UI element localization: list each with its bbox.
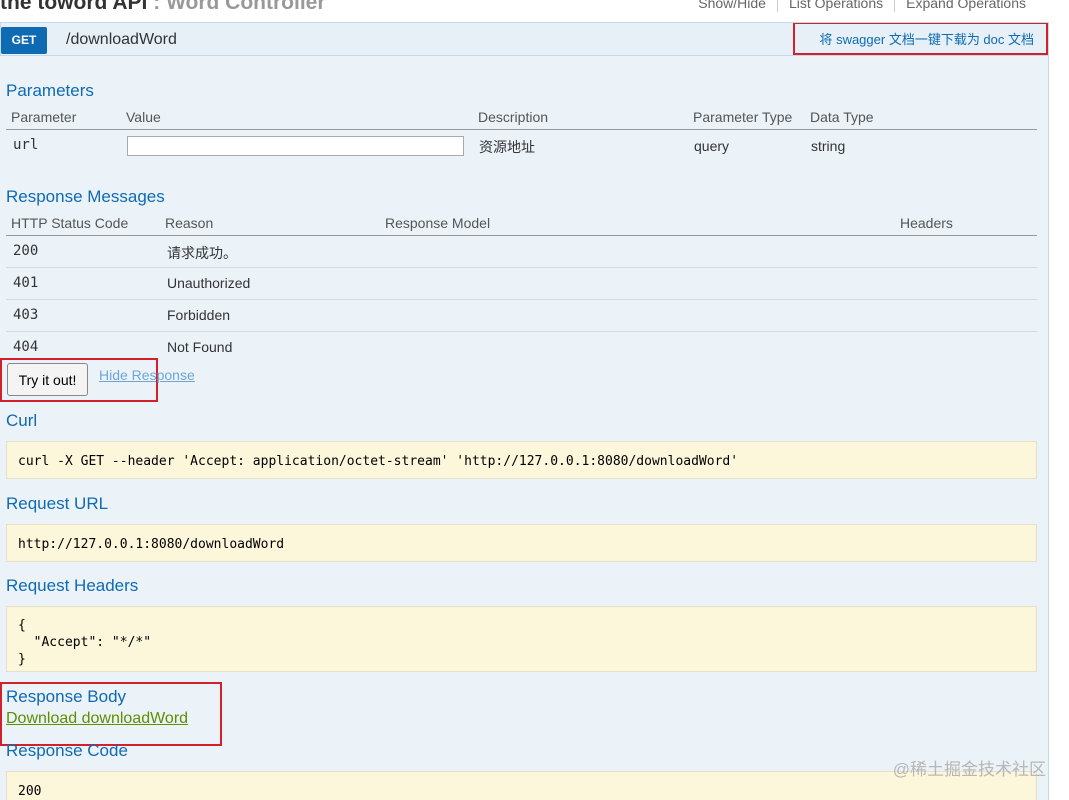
list-operations-link[interactable]: List Operations bbox=[776, 0, 894, 12]
resp-code-200: 200 bbox=[13, 243, 39, 259]
try-it-out-button[interactable]: Try it out! bbox=[7, 363, 88, 396]
request-url-title: Request URL bbox=[6, 494, 109, 513]
resp-header-divider bbox=[6, 235, 1037, 236]
param-type: query bbox=[694, 138, 730, 154]
resp-reason-401: Unauthorized bbox=[167, 275, 251, 291]
request-headers-title: Request Headers bbox=[6, 576, 139, 595]
show-hide-link[interactable]: Show/Hide bbox=[687, 0, 777, 12]
operation-heading[interactable]: GET /downloadWord 将 swagger 文档一键下载为 doc … bbox=[0, 22, 1049, 56]
resp-header-status: HTTP Status Code bbox=[11, 215, 129, 231]
param-header-data-type: Data Type bbox=[810, 109, 874, 125]
http-method-badge[interactable]: GET bbox=[1, 27, 47, 54]
resp-reason-403: Forbidden bbox=[167, 307, 231, 323]
resp-header-headers: Headers bbox=[900, 215, 953, 231]
operation-content: Parameters Parameter Value Description P… bbox=[0, 56, 1049, 800]
api-name[interactable]: the toword API bbox=[0, 0, 147, 14]
response-code-value: 200 bbox=[6, 771, 1037, 800]
curl-command: curl -X GET --header 'Accept: applicatio… bbox=[6, 441, 1037, 479]
resp-code-403: 403 bbox=[13, 307, 39, 323]
resp-reason-404: Not Found bbox=[167, 339, 233, 355]
hide-response-link[interactable]: Hide Response bbox=[99, 367, 195, 383]
expand-operations-link[interactable]: Expand Operations bbox=[894, 0, 1037, 12]
response-messages-title: Response Messages bbox=[6, 187, 165, 206]
response-code-title: Response Code bbox=[6, 741, 128, 760]
url-param-input[interactable] bbox=[127, 136, 464, 156]
resp-header-model: Response Model bbox=[385, 215, 491, 231]
table-row-divider bbox=[6, 267, 1037, 268]
param-header-type: Parameter Type bbox=[693, 109, 793, 125]
controller-name[interactable]: Word Controller bbox=[166, 0, 325, 14]
param-name: url bbox=[13, 137, 39, 153]
title-separator: : bbox=[147, 0, 167, 14]
param-header-divider bbox=[6, 129, 1037, 130]
table-row-divider bbox=[6, 299, 1037, 300]
resp-header-reason: Reason bbox=[165, 215, 214, 231]
param-description: 资源地址 bbox=[479, 139, 535, 155]
request-url-value: http://127.0.0.1:8080/downloadWord bbox=[6, 524, 1037, 562]
resp-code-404: 404 bbox=[13, 339, 39, 355]
resp-code-401: 401 bbox=[13, 275, 39, 291]
api-title[interactable]: the toword API : Word Controller bbox=[0, 0, 326, 15]
resp-reason-200: 请求成功。 bbox=[167, 245, 237, 261]
param-data-type: string bbox=[811, 138, 846, 154]
operation-toggle-links: Show/Hide List Operations Expand Operati… bbox=[687, 0, 1037, 12]
download-doc-link[interactable]: 将 swagger 文档一键下载为 doc 文档 bbox=[793, 23, 1048, 55]
param-header-value: Value bbox=[126, 109, 161, 125]
request-headers-value: { "Accept": "*/*" } bbox=[6, 606, 1037, 672]
parameters-title: Parameters bbox=[6, 81, 94, 100]
download-file-link[interactable]: Download downloadWord bbox=[6, 710, 188, 728]
watermark: @稀土掘金技术社区 bbox=[892, 760, 1046, 779]
operation-path[interactable]: /downloadWord bbox=[66, 31, 177, 49]
response-body-title: Response Body bbox=[6, 687, 127, 706]
param-header-parameter: Parameter bbox=[11, 109, 77, 125]
param-header-description: Description bbox=[478, 109, 549, 125]
table-row-divider bbox=[6, 331, 1037, 332]
curl-title: Curl bbox=[6, 411, 38, 430]
top-header: the toword API : Word Controller Show/Hi… bbox=[0, 0, 1069, 22]
